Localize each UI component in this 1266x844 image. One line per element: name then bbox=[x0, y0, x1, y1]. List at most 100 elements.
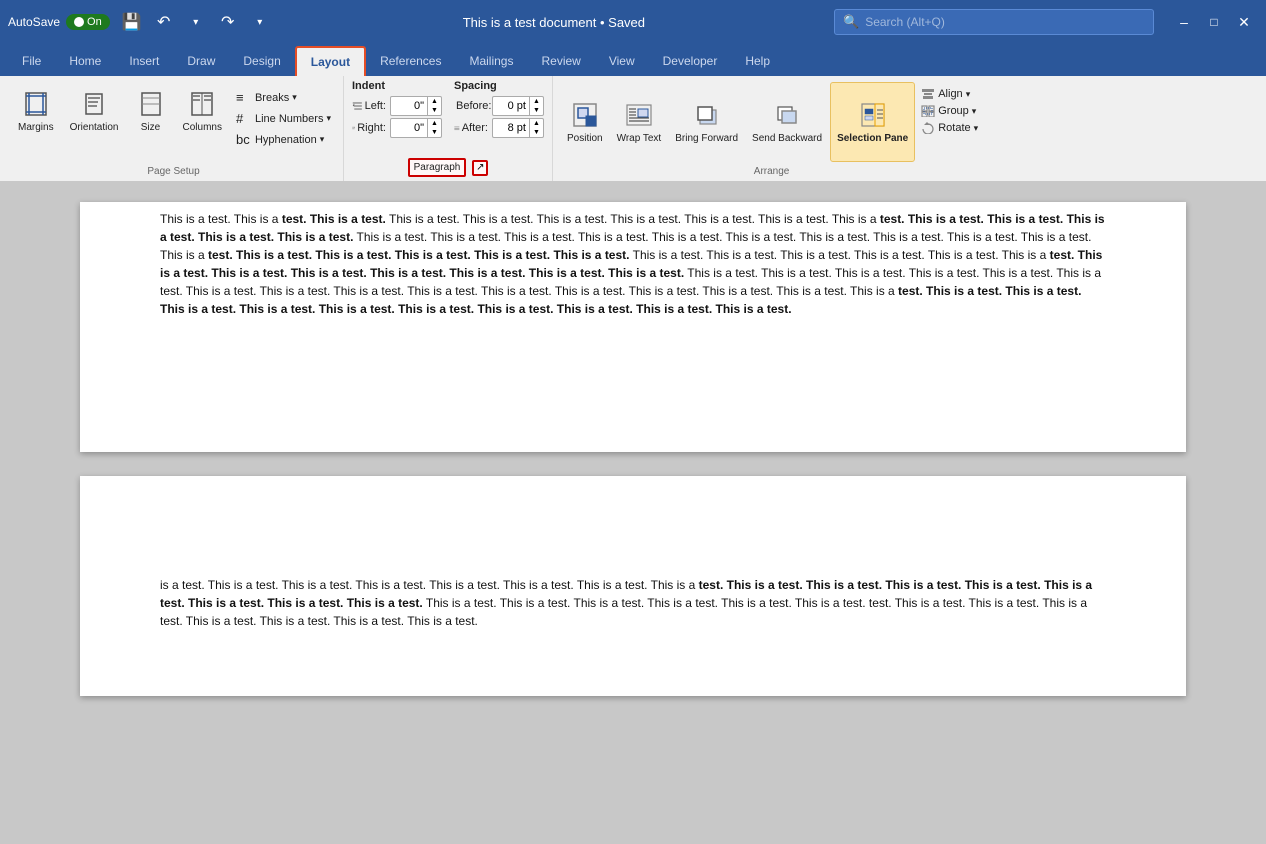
autosave-toggle[interactable]: On bbox=[66, 14, 110, 30]
hyphenation-button[interactable]: bc Hyphenation ▾ bbox=[232, 130, 335, 149]
tab-references[interactable]: References bbox=[366, 46, 455, 76]
spacing-before-spinner[interactable]: ▲ ▼ bbox=[529, 97, 543, 115]
align-icon bbox=[921, 88, 935, 100]
size-label: Size bbox=[141, 122, 160, 134]
indent-right-up[interactable]: ▲ bbox=[428, 119, 441, 128]
indent-spacing-row: Indent Left: ▲ bbox=[352, 80, 544, 138]
indent-right-row: Right: ▲ ▼ bbox=[352, 118, 442, 138]
indent-col: Indent Left: ▲ bbox=[352, 80, 442, 138]
maximize-icon[interactable]: □ bbox=[1200, 8, 1228, 36]
size-icon bbox=[135, 88, 167, 120]
indent-left-icon bbox=[352, 100, 363, 112]
line-numbers-chevron: ▾ bbox=[326, 113, 331, 124]
autosave-area: AutoSave On bbox=[8, 14, 110, 30]
rotate-button[interactable]: Rotate ▾ bbox=[917, 120, 982, 136]
indent-left-value[interactable] bbox=[391, 99, 427, 113]
tab-view[interactable]: View bbox=[595, 46, 649, 76]
page-setup-label: Page Setup bbox=[147, 162, 199, 177]
columns-button[interactable]: Columns bbox=[177, 84, 228, 138]
close-icon[interactable]: ✕ bbox=[1230, 8, 1258, 36]
spacing-after-spinner[interactable]: ▲ ▼ bbox=[529, 119, 543, 137]
tab-draw[interactable]: Draw bbox=[173, 46, 229, 76]
page-setup-small-col: ≡ Breaks ▾ # Line Numbers ▾ bc Hyphenati… bbox=[232, 84, 335, 149]
spacing-before-value[interactable] bbox=[493, 99, 529, 113]
indent-left-spinner[interactable]: ▲ ▼ bbox=[427, 97, 441, 115]
size-button[interactable]: Size bbox=[129, 84, 173, 138]
position-icon bbox=[569, 99, 601, 131]
orientation-label: Orientation bbox=[70, 122, 119, 134]
tab-layout[interactable]: Layout bbox=[295, 46, 366, 76]
indent-right-value[interactable] bbox=[391, 121, 427, 135]
selection-pane-icon bbox=[857, 99, 889, 131]
page-setup-content: Margins Orientation bbox=[12, 80, 335, 162]
spacing-after-up[interactable]: ▲ bbox=[530, 119, 543, 128]
breaks-icon: ≡ bbox=[236, 90, 252, 105]
indent-right-input[interactable]: ▲ ▼ bbox=[390, 118, 442, 138]
autosave-label: AutoSave bbox=[8, 15, 60, 29]
indent-left-up[interactable]: ▲ bbox=[428, 97, 441, 106]
breaks-button[interactable]: ≡ Breaks ▾ bbox=[232, 88, 335, 107]
spacing-before-input[interactable]: ▲ ▼ bbox=[492, 96, 544, 116]
position-button[interactable]: Position bbox=[561, 82, 609, 162]
tab-design[interactable]: Design bbox=[229, 46, 294, 76]
page-2-content[interactable]: is a test. This is a test. This is a tes… bbox=[80, 476, 1186, 650]
undo-dropdown-icon[interactable]: ▾ bbox=[182, 8, 210, 36]
line-numbers-icon: # bbox=[236, 111, 252, 126]
ribbon-group-page-setup: Margins Orientation bbox=[4, 76, 344, 181]
indent-left-down[interactable]: ▼ bbox=[428, 106, 441, 115]
align-group-rotate-col: Align ▾ Group ▾ bbox=[917, 82, 982, 162]
selection-pane-button[interactable]: Selection Pane bbox=[830, 82, 915, 162]
save-icon[interactable]: 💾 bbox=[118, 8, 146, 36]
wrap-text-button[interactable]: Wrap Text bbox=[611, 82, 668, 162]
spacing-before-label: Before: bbox=[454, 100, 488, 112]
spacing-col: Spacing Before: ▲ ▼ bbox=[454, 80, 544, 138]
orientation-button[interactable]: Orientation bbox=[64, 84, 125, 138]
paragraph-expand-button[interactable]: ↗ bbox=[472, 160, 488, 176]
arrange-group: Position Wrap Text bbox=[553, 76, 990, 181]
bring-forward-button[interactable]: Bring Forward bbox=[669, 82, 744, 162]
tab-home[interactable]: Home bbox=[55, 46, 115, 76]
tab-insert[interactable]: Insert bbox=[115, 46, 173, 76]
indent-left-label: Left: bbox=[352, 100, 386, 112]
page-2: is a test. This is a test. This is a tes… bbox=[80, 476, 1186, 696]
line-numbers-label: Line Numbers bbox=[255, 113, 323, 125]
tab-mailings[interactable]: Mailings bbox=[455, 46, 527, 76]
minimize-icon[interactable]: – bbox=[1170, 8, 1198, 36]
breaks-label: Breaks bbox=[255, 92, 289, 104]
spacing-after-value[interactable] bbox=[493, 121, 529, 135]
margins-label: Margins bbox=[18, 122, 54, 134]
page-1-content[interactable]: This is a test. This is a test. This is … bbox=[80, 202, 1186, 338]
indent-right-label-text: Right: bbox=[357, 122, 386, 134]
autosave-state: On bbox=[87, 16, 102, 28]
spacing-after-row: After: ▲ ▼ bbox=[454, 118, 544, 138]
undo-icon[interactable]: ↶ bbox=[150, 8, 178, 36]
search-bar[interactable]: 🔍 bbox=[834, 9, 1154, 35]
send-backward-button[interactable]: Send Backward bbox=[746, 82, 828, 162]
spacing-before-up[interactable]: ▲ bbox=[530, 97, 543, 106]
tab-file[interactable]: File bbox=[8, 46, 55, 76]
tab-review[interactable]: Review bbox=[527, 46, 594, 76]
spacing-before-label-text: Before: bbox=[456, 100, 491, 112]
margins-button[interactable]: Margins bbox=[12, 84, 60, 138]
toggle-dot bbox=[74, 17, 84, 27]
breaks-chevron: ▾ bbox=[292, 92, 297, 103]
wrap-text-icon bbox=[623, 99, 655, 131]
indent-left-input[interactable]: ▲ ▼ bbox=[390, 96, 442, 116]
redo-icon[interactable]: ↷ bbox=[214, 8, 242, 36]
spacing-after-down[interactable]: ▼ bbox=[530, 128, 543, 137]
spacing-after-input[interactable]: ▲ ▼ bbox=[492, 118, 544, 138]
indent-right-icon bbox=[352, 122, 355, 134]
customize-icon[interactable]: ▾ bbox=[246, 8, 274, 36]
group-label: Group bbox=[938, 105, 969, 117]
indent-right-spinner[interactable]: ▲ ▼ bbox=[427, 119, 441, 137]
tab-help[interactable]: Help bbox=[731, 46, 784, 76]
doc-area: This is a test. This is a test. This is … bbox=[0, 182, 1266, 844]
search-input[interactable] bbox=[865, 15, 1145, 29]
line-numbers-button[interactable]: # Line Numbers ▾ bbox=[232, 109, 335, 128]
group-button[interactable]: Group ▾ bbox=[917, 103, 982, 119]
tab-developer[interactable]: Developer bbox=[649, 46, 732, 76]
spacing-before-down[interactable]: ▼ bbox=[530, 106, 543, 115]
indent-right-down[interactable]: ▼ bbox=[428, 128, 441, 137]
paragraph-label-box[interactable]: Paragraph bbox=[408, 158, 467, 177]
align-button[interactable]: Align ▾ bbox=[917, 86, 982, 102]
